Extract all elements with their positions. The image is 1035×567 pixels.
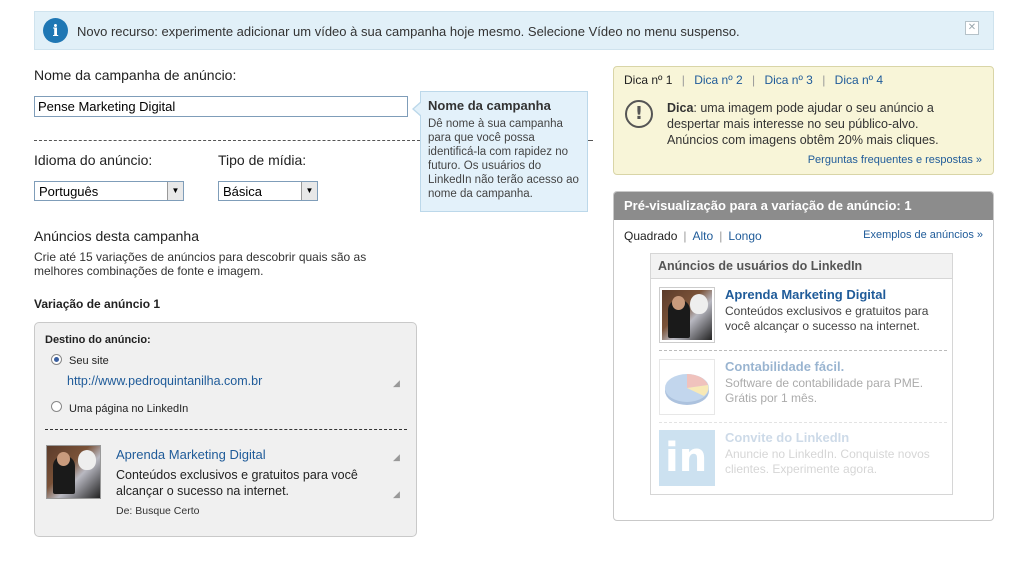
divider xyxy=(588,140,593,141)
variation-title: Variação de anúncio 1 xyxy=(34,297,161,311)
exclamation-icon: ! xyxy=(625,100,653,128)
radio-linkedin-page[interactable] xyxy=(51,401,62,412)
preview-ad-title[interactable]: Convite do LinkedIn xyxy=(725,430,849,445)
radio-own-site-label: Seu site xyxy=(69,355,109,367)
ads-section-title: Anúncios desta campanha xyxy=(34,228,199,244)
divider xyxy=(45,429,407,430)
ad-variation-box: Destino do anúncio: Seu site http://www.… xyxy=(34,322,417,537)
ad-desc-line2[interactable]: alcançar o sucesso na internet. xyxy=(116,484,289,498)
ad-from: De: Busque Certo xyxy=(116,505,200,517)
format-square[interactable]: Quadrado xyxy=(624,229,677,243)
apple-logo-icon xyxy=(78,450,96,470)
media-type-select[interactable]: Básica ▼ xyxy=(218,181,318,201)
resize-grip-icon[interactable]: ◢ xyxy=(393,379,401,388)
tip-line2: despertar mais interesse no seu público-… xyxy=(667,117,919,131)
tab-tip-2[interactable]: Dica nº 2 xyxy=(694,73,742,87)
preview-ad-desc: Conteúdos exclusivos e gratuitos para vo… xyxy=(725,304,929,333)
tab-tip-4[interactable]: Dica nº 4 xyxy=(835,73,883,87)
campaign-name-input[interactable] xyxy=(34,96,408,117)
apple-logo-icon xyxy=(690,294,708,314)
campaign-name-label: Nome da campanha de anúncio: xyxy=(34,67,237,83)
pie-chart-icon xyxy=(659,359,715,415)
preview-header: Pré-visualização para a variação de anún… xyxy=(614,192,993,220)
site-url-field[interactable]: http://www.pedroquintanilha.com.br xyxy=(67,374,262,388)
resize-grip-icon[interactable]: ◢ xyxy=(393,490,401,499)
language-select[interactable]: Português ▼ xyxy=(34,181,184,201)
preview-ad-title[interactable]: Aprenda Marketing Digital xyxy=(725,287,886,302)
destination-label: Destino do anúncio: xyxy=(45,334,151,346)
preview-ad: in Convite do LinkedIn Anuncie no Linked… xyxy=(659,430,949,494)
notice-text: Novo recurso: experimente adicionar um v… xyxy=(77,24,740,39)
format-tall[interactable]: Alto xyxy=(693,229,714,243)
ad-examples-link[interactable]: Exemplos de anúncios » xyxy=(863,229,983,241)
ad-thumbnail xyxy=(659,287,715,343)
radio-linkedin-page-label: Uma página no LinkedIn xyxy=(69,403,189,415)
radio-own-site[interactable] xyxy=(51,354,62,365)
ads-section-desc-line2: melhores combinações de fonte e imagem. xyxy=(34,264,264,278)
preview-ad: Contabilidade fácil. Software de contabi… xyxy=(659,359,949,425)
faq-link[interactable]: Perguntas frequentes e respostas » xyxy=(808,154,982,166)
language-select-value: Português xyxy=(39,184,99,199)
feature-notice-bar: i Novo recurso: experimente adicionar um… xyxy=(34,11,994,50)
tips-box: Dica nº 1 | Dica nº 2 | Dica nº 3 | Dica… xyxy=(613,66,994,175)
tip-bold: Dica xyxy=(667,101,694,115)
format-long[interactable]: Longo xyxy=(728,229,761,243)
tip-line1: : uma imagem pode ajudar o seu anúncio a xyxy=(693,101,934,115)
language-label: Idioma do anúncio: xyxy=(34,152,153,168)
linkedin-ads-preview: Anúncios de usuários do LinkedIn Aprenda… xyxy=(650,253,953,495)
preview-ad-desc: Software de contabilidade para PME. Grát… xyxy=(725,376,924,405)
tip-message: Dica: uma imagem pode ajudar o seu anúnc… xyxy=(667,100,987,148)
ad-image[interactable] xyxy=(46,445,101,499)
chevron-down-icon[interactable]: ▼ xyxy=(167,182,183,200)
preview-ad-desc: Anuncie no LinkedIn. Conquiste novos cli… xyxy=(725,447,930,476)
preview-ad: Aprenda Marketing Digital Conteúdos excl… xyxy=(659,287,949,353)
tip-line3: Anúncios com imagens obtêm 20% mais cliq… xyxy=(667,133,939,147)
tab-tip-3[interactable]: Dica nº 3 xyxy=(764,73,812,87)
close-icon[interactable]: ✕ xyxy=(965,21,979,35)
tips-tabs: Dica nº 1 | Dica nº 2 | Dica nº 3 | Dica… xyxy=(624,73,884,87)
campaign-name-tooltip: Nome da campanha Dê nome à sua campanha … xyxy=(412,91,588,212)
chevron-down-icon[interactable]: ▼ xyxy=(301,182,317,200)
media-type-select-value: Básica xyxy=(223,184,263,199)
divider xyxy=(34,140,420,141)
ads-box-title: Anúncios de usuários do LinkedIn xyxy=(651,254,952,279)
preview-ad-title[interactable]: Contabilidade fácil. xyxy=(725,359,844,374)
tooltip-title: Nome da campanha xyxy=(428,98,551,113)
media-type-label: Tipo de mídia: xyxy=(218,152,307,168)
linkedin-logo-icon: in xyxy=(659,430,715,486)
info-icon: i xyxy=(43,18,68,43)
ads-section-desc-line1: Crie até 15 variações de anúncios para d… xyxy=(34,250,367,264)
resize-grip-icon[interactable]: ◢ xyxy=(393,453,401,462)
ad-title-field[interactable]: Aprenda Marketing Digital xyxy=(116,447,266,462)
format-tabs: Quadrado | Alto | Longo xyxy=(624,229,762,243)
tooltip-body: Dê nome à sua campanha para que você pos… xyxy=(428,118,579,200)
ad-desc-line1[interactable]: Conteúdos exclusivos e gratuitos para vo… xyxy=(116,468,358,482)
tab-tip-1[interactable]: Dica nº 1 xyxy=(624,73,672,87)
